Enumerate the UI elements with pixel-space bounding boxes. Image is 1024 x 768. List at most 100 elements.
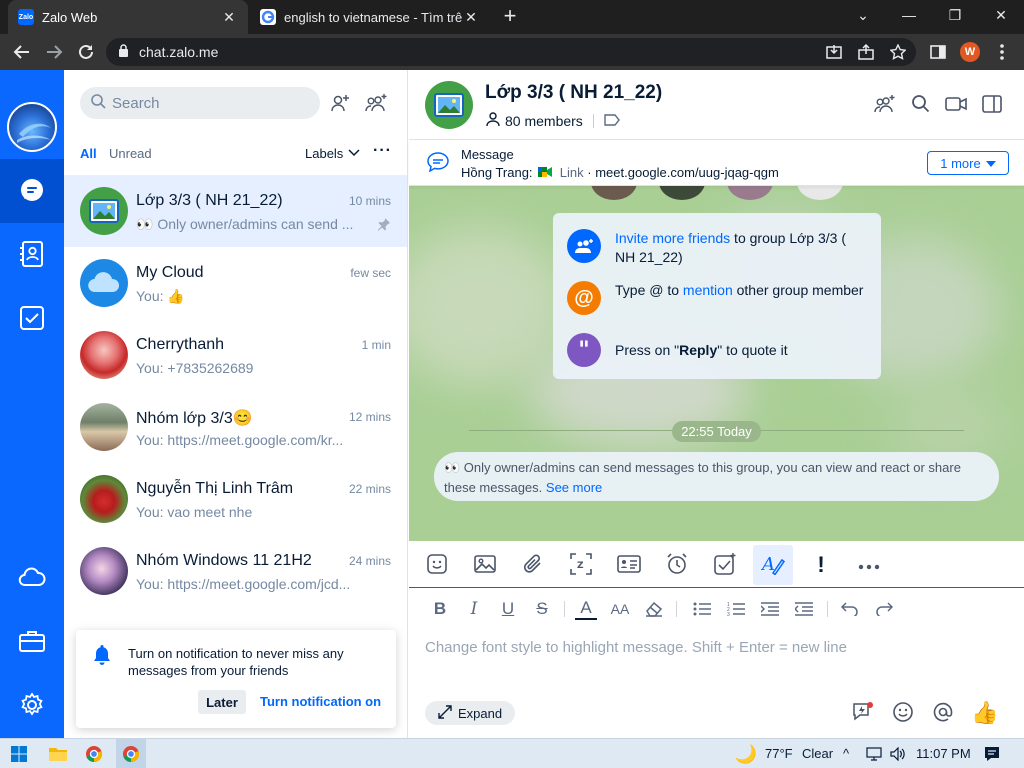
weather-condition[interactable]: Clear bbox=[802, 746, 833, 761]
labels-dropdown[interactable]: Labels bbox=[305, 146, 343, 161]
see-more-link[interactable]: See more bbox=[546, 480, 602, 495]
quick-reaction-button[interactable]: 👍 bbox=[971, 700, 999, 726]
font-size-icon[interactable]: AA bbox=[609, 598, 631, 620]
nav-cloud[interactable] bbox=[0, 546, 64, 610]
nav-contacts[interactable] bbox=[0, 223, 64, 287]
reminder-button[interactable] bbox=[657, 545, 697, 585]
screenshot-button[interactable]: Z bbox=[561, 545, 601, 585]
bookmark-star-icon[interactable] bbox=[886, 40, 910, 64]
members-info[interactable]: 80 members bbox=[485, 111, 624, 130]
attach-file-button[interactable] bbox=[513, 545, 553, 585]
filter-unread-tab[interactable]: Unread bbox=[109, 146, 152, 161]
text-format-button[interactable]: A bbox=[753, 545, 793, 585]
group-avatar[interactable] bbox=[425, 81, 473, 129]
moon-weather-icon[interactable]: 🌙 bbox=[735, 744, 757, 764]
pinned-link[interactable]: · meet.google.com/uug-jqag-qgm bbox=[587, 165, 779, 180]
mention-button[interactable] bbox=[930, 700, 956, 726]
emoji-button[interactable] bbox=[890, 700, 916, 726]
numbered-list-icon[interactable]: 123 bbox=[725, 598, 747, 620]
more-tools-button[interactable] bbox=[849, 545, 889, 585]
outdent-icon[interactable] bbox=[793, 598, 815, 620]
video-call-button[interactable] bbox=[944, 93, 968, 117]
tab-zalo-web[interactable]: Zalo Zalo Web ✕ bbox=[8, 0, 248, 34]
later-button[interactable]: Later bbox=[198, 690, 246, 714]
action-center-icon[interactable] bbox=[982, 744, 1002, 764]
chrome-taskbar-icon[interactable] bbox=[84, 744, 104, 764]
close-window-icon[interactable]: ✕ bbox=[978, 0, 1024, 30]
minimize-icon[interactable]: — bbox=[886, 0, 932, 30]
filter-all-tab[interactable]: All bbox=[80, 146, 97, 161]
assign-task-button[interactable] bbox=[705, 545, 745, 585]
nav-todo[interactable] bbox=[0, 287, 64, 351]
tag-icon[interactable] bbox=[604, 113, 624, 129]
nav-toolbox[interactable] bbox=[0, 610, 64, 674]
thumbs-up-icon: 👍 bbox=[971, 700, 999, 725]
back-icon[interactable] bbox=[10, 40, 34, 64]
restore-icon[interactable]: ❐ bbox=[932, 0, 978, 30]
side-panel-icon[interactable] bbox=[926, 40, 950, 64]
forward-icon[interactable] bbox=[42, 40, 66, 64]
image-button[interactable] bbox=[465, 545, 505, 585]
windows-start-icon[interactable] bbox=[9, 744, 29, 764]
clock[interactable]: 11:07 PM bbox=[916, 746, 971, 761]
sticker-button[interactable] bbox=[417, 545, 457, 585]
network-icon[interactable] bbox=[864, 744, 884, 764]
strikethrough-icon[interactable]: S bbox=[531, 598, 553, 620]
tab-search-icon[interactable]: ⌄ bbox=[840, 0, 886, 30]
pinned-message-bar[interactable]: Message Hồng Trang: Link · meet.google.c… bbox=[409, 140, 1024, 186]
turn-on-notification-button[interactable]: Turn notification on bbox=[260, 694, 381, 709]
underline-icon[interactable]: U bbox=[497, 598, 519, 620]
volume-icon[interactable] bbox=[888, 744, 908, 764]
indent-icon[interactable] bbox=[759, 598, 781, 620]
conversation-item[interactable]: My Cloud You: 👍 few sec bbox=[64, 247, 407, 319]
conversation-item[interactable]: Nhóm Windows 11 21H2 You: https://meet.g… bbox=[64, 535, 407, 607]
more-options-icon[interactable]: ··· bbox=[373, 142, 392, 160]
nav-messages[interactable] bbox=[0, 159, 64, 223]
bullet-list-icon[interactable] bbox=[691, 598, 713, 620]
italic-icon[interactable]: I bbox=[463, 598, 485, 620]
expand-button[interactable]: Expand bbox=[425, 701, 515, 725]
contacts-icon bbox=[20, 240, 44, 270]
group-tips-card: Invite more friends to group Lớp 3/3 ( N… bbox=[553, 213, 881, 379]
group-name[interactable]: Lớp 3/3 ( NH 21_22) bbox=[485, 82, 662, 104]
search-messages-button[interactable] bbox=[908, 93, 932, 117]
user-avatar[interactable] bbox=[7, 102, 57, 152]
install-app-icon[interactable] bbox=[822, 40, 846, 64]
nav-settings[interactable] bbox=[0, 674, 64, 738]
quick-message-button[interactable] bbox=[850, 700, 876, 726]
add-member-button[interactable] bbox=[872, 93, 896, 117]
close-tab-icon[interactable]: ✕ bbox=[220, 9, 238, 26]
search-input[interactable]: Search bbox=[80, 87, 320, 119]
more-pinned-button[interactable]: 1 more bbox=[927, 151, 1009, 175]
conversation-item[interactable]: Nhóm lớp 3/3😊 You: https://meet.google.c… bbox=[64, 391, 407, 463]
conversation-item[interactable]: Nguyễn Thị Linh Trâm You: vao meet nhe 2… bbox=[64, 463, 407, 535]
reload-icon[interactable] bbox=[74, 40, 98, 64]
file-explorer-icon[interactable] bbox=[48, 744, 68, 764]
chevron-down-icon[interactable] bbox=[348, 146, 360, 161]
invite-link[interactable]: Invite more friends bbox=[615, 230, 730, 246]
temperature[interactable]: 77°F bbox=[765, 746, 793, 761]
tab-google-search[interactable]: english to vietnamese - Tìm trên ✕ bbox=[250, 0, 490, 34]
share-icon[interactable] bbox=[854, 40, 878, 64]
redo-icon[interactable] bbox=[873, 598, 895, 620]
business-card-button[interactable] bbox=[609, 545, 649, 585]
address-bar[interactable]: chat.zalo.me bbox=[106, 38, 916, 66]
chevron-up-icon[interactable]: ^ bbox=[843, 746, 849, 761]
profile-avatar[interactable]: W bbox=[960, 42, 980, 62]
close-tab-icon[interactable]: ✕ bbox=[462, 9, 480, 26]
new-tab-icon[interactable]: + bbox=[500, 5, 520, 27]
chrome-menu-icon[interactable] bbox=[990, 40, 1014, 64]
conversation-item[interactable]: Lớp 3/3 ( NH 21_22) 👀 Only owner/admins … bbox=[64, 175, 407, 247]
font-color-icon[interactable]: A bbox=[575, 598, 597, 620]
mention-link[interactable]: mention bbox=[683, 282, 733, 298]
bold-icon[interactable]: B bbox=[429, 598, 451, 620]
conversation-info-button[interactable] bbox=[980, 93, 1004, 117]
message-input[interactable]: Change font style to highlight message. … bbox=[425, 639, 1005, 656]
undo-icon[interactable] bbox=[839, 598, 861, 620]
chrome-active-taskbar-icon[interactable] bbox=[121, 744, 141, 764]
conversation-item[interactable]: Cherrythanh You: +7835262689 1 min bbox=[64, 319, 407, 391]
clear-format-icon[interactable] bbox=[643, 598, 665, 620]
add-friend-button[interactable] bbox=[328, 92, 352, 116]
create-group-button[interactable] bbox=[364, 92, 388, 116]
urgent-message-button[interactable]: ! bbox=[801, 545, 841, 585]
